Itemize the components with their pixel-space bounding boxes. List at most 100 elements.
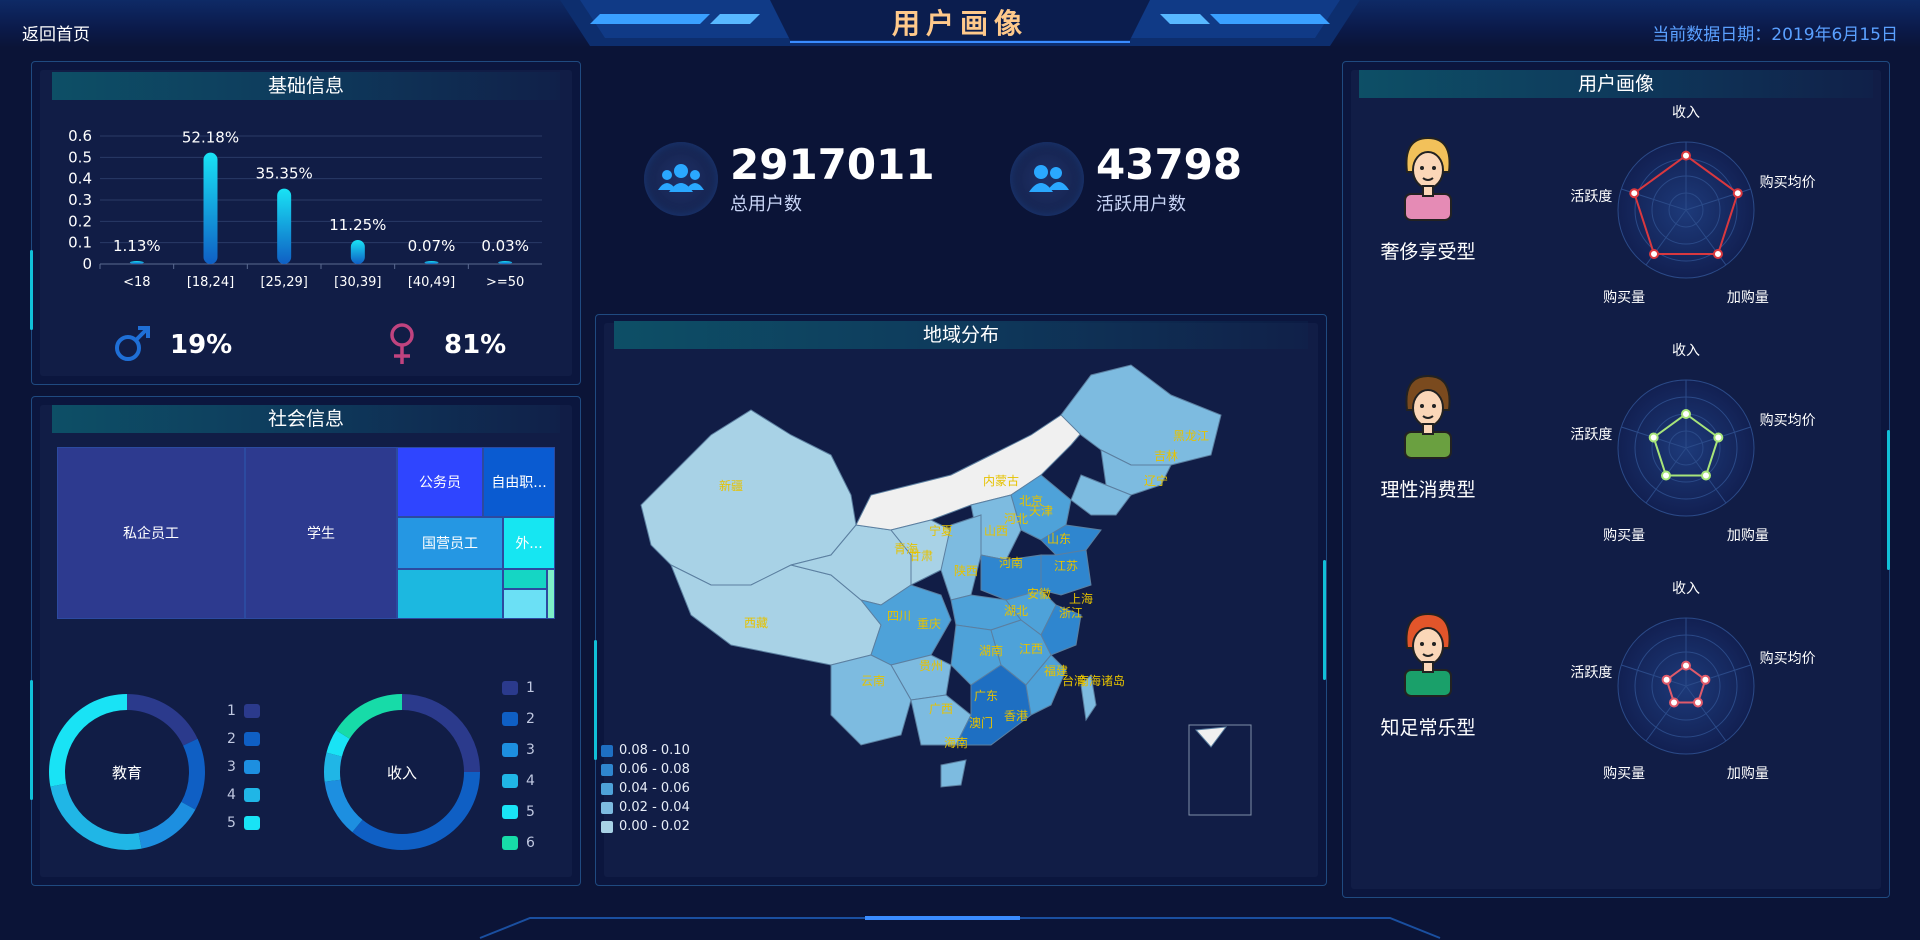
map-legend-swatch: [601, 744, 613, 757]
legend-item[interactable]: 2: [502, 710, 535, 728]
map-province-label: 澳门: [969, 715, 993, 730]
treemap-cell[interactable]: [503, 589, 547, 619]
treemap-cell[interactable]: 国营员工: [397, 517, 503, 569]
radar-point[interactable]: [1700, 470, 1711, 481]
age-bar[interactable]: [498, 261, 513, 264]
age-bar[interactable]: [129, 261, 144, 264]
map-legend-label: 0.04 - 0.06: [619, 781, 690, 796]
legend-item[interactable]: 4: [227, 786, 260, 804]
legend-item[interactable]: 1: [227, 702, 260, 720]
age-bar[interactable]: [203, 152, 218, 264]
radar-point[interactable]: [1732, 188, 1743, 199]
map-province-label: 广西: [929, 702, 953, 716]
age-bar[interactable]: [424, 261, 439, 264]
age-bar[interactable]: [277, 188, 292, 264]
bar-data-label: 35.35%: [256, 165, 313, 183]
edge-glow: [594, 640, 597, 760]
x-tick-label: [18,24]: [187, 275, 234, 290]
treemap-cell[interactable]: 外...: [503, 517, 555, 569]
bar-data-label: 0.07%: [408, 237, 456, 255]
radar-axis-label: 加购量: [1727, 528, 1769, 544]
map-legend-item[interactable]: 0.06 - 0.08: [601, 762, 690, 777]
radar-axis-label: 活跃度: [1570, 427, 1612, 443]
legend-label: 2: [526, 711, 535, 727]
map-legend-item[interactable]: 0.00 - 0.02: [601, 819, 690, 834]
radar-point[interactable]: [1713, 432, 1724, 443]
map-region-heilongjiang: [1060, 364, 1222, 466]
legend-label: 6: [526, 835, 535, 851]
basic-info-panel: 基础信息 0 0.1 0.2 0.3 0.4 0.5 0.6 1.13% <18 52.18% [1…: [31, 61, 581, 385]
radar-point[interactable]: [1649, 249, 1660, 260]
persona-name: 理性消费型: [1380, 479, 1476, 501]
map-province-label: 湖北: [1004, 603, 1028, 618]
radar-axis-label: 购买量: [1603, 290, 1645, 306]
radar-point[interactable]: [1692, 697, 1703, 708]
radar-point[interactable]: [1661, 470, 1672, 481]
donut-slice[interactable]: [127, 694, 198, 746]
treemap-cell[interactable]: 私企员工: [57, 447, 245, 619]
map-legend-item[interactable]: 0.04 - 0.06: [601, 781, 690, 796]
legend-swatch: [243, 788, 260, 802]
radar-point[interactable]: [1681, 660, 1691, 671]
social-info-panel: 社会信息 私企员工 学生 公务员 自由职... 国营员工 外... 教育 1 2 3 4 5 收入…: [31, 396, 581, 886]
radar-point[interactable]: [1681, 409, 1691, 419]
legend-swatch: [502, 774, 518, 788]
legend-item[interactable]: 5: [502, 803, 535, 821]
data-date: 当前数据日期：2019年6月15日: [1652, 25, 1898, 45]
donut-slice[interactable]: [336, 694, 402, 739]
treemap-cell[interactable]: 公务员: [397, 447, 483, 517]
donut-slice[interactable]: [138, 801, 196, 849]
legend-item[interactable]: 6: [502, 834, 535, 852]
donut-slice[interactable]: [402, 694, 480, 772]
treemap-cell[interactable]: [397, 569, 503, 619]
legend-item[interactable]: 4: [502, 772, 535, 790]
donut-slice[interactable]: [352, 772, 480, 850]
south-china-sea-inset: [1188, 724, 1252, 816]
legend-swatch: [502, 712, 518, 726]
treemap-cell[interactable]: [503, 569, 547, 589]
legend-label: 3: [227, 759, 236, 775]
x-tick-label: [30,39]: [334, 275, 381, 290]
bar-data-label: 1.13%: [113, 237, 161, 255]
donut-slice[interactable]: [181, 738, 205, 810]
bottom-decoration: [479, 916, 1441, 939]
y-tick-label: 0.6: [68, 127, 92, 145]
bar-data-label: 52.18%: [182, 129, 239, 147]
radar-point[interactable]: [1700, 674, 1711, 685]
map-province-label: 吉林: [1154, 449, 1178, 463]
treemap-cell[interactable]: 自由职...: [483, 447, 555, 517]
income-donut-center: 收入: [387, 764, 418, 782]
legend-label: 5: [227, 815, 236, 831]
radar-axis-label: 收入: [1672, 581, 1700, 597]
donut-slice[interactable]: [324, 779, 363, 833]
users-group-icon: [644, 142, 718, 216]
map-legend-swatch: [601, 782, 613, 795]
map-province-label: 陕西: [954, 563, 978, 578]
legend-swatch: [243, 760, 260, 774]
legend-item[interactable]: 3: [227, 758, 260, 776]
radar-point[interactable]: [1648, 432, 1659, 443]
treemap-cell[interactable]: 学生: [245, 447, 397, 619]
legend-item[interactable]: 3: [502, 741, 535, 759]
radar-point[interactable]: [1681, 150, 1691, 161]
legend-item[interactable]: 5: [227, 814, 260, 832]
radar-axis-label: 加购量: [1727, 290, 1769, 306]
treemap-cell[interactable]: [547, 569, 555, 619]
legend-swatch: [502, 836, 518, 850]
map-legend-item[interactable]: 0.08 - 0.10: [601, 743, 690, 758]
map-legend-label: 0.00 - 0.02: [619, 819, 690, 834]
donut-slice[interactable]: [50, 783, 142, 850]
map-legend-item[interactable]: 0.02 - 0.04: [601, 800, 690, 815]
radar-point[interactable]: [1712, 249, 1723, 260]
map-province-label: 浙江: [1059, 606, 1083, 620]
radar-point[interactable]: [1661, 674, 1672, 685]
legend-item[interactable]: 2: [227, 730, 260, 748]
radar-point[interactable]: [1629, 188, 1640, 199]
active-users-value: 43798: [1096, 140, 1243, 189]
map-province-label: 南海诸岛: [1077, 673, 1125, 688]
donut-slice[interactable]: [324, 752, 342, 782]
radar-point[interactable]: [1669, 697, 1680, 708]
map-province-label: 内蒙古: [983, 473, 1019, 488]
legend-item[interactable]: 1: [502, 679, 535, 697]
age-bar[interactable]: [350, 240, 365, 264]
